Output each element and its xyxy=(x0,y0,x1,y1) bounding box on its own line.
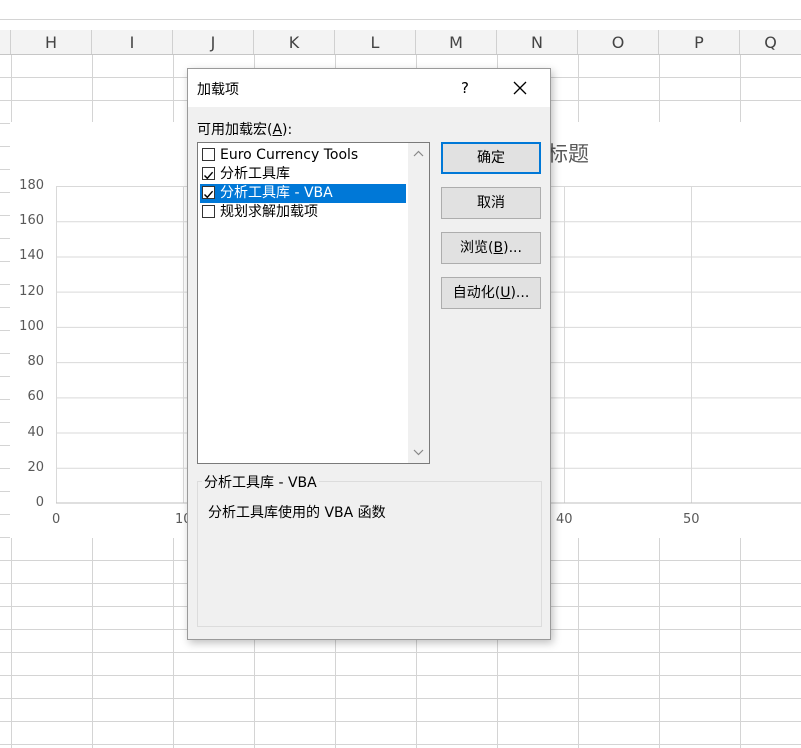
y-tick-label: 140 xyxy=(19,248,44,264)
column-header-partial[interactable] xyxy=(0,30,11,54)
chart-title[interactable]: 标题 xyxy=(547,138,589,168)
checkbox[interactable] xyxy=(202,148,215,161)
list-item-selected[interactable]: 分析工具库 - VBA xyxy=(200,184,406,203)
ribbon-edge xyxy=(0,0,801,20)
browse-button[interactable]: 浏览(B)... xyxy=(441,232,541,264)
dialog-titlebar[interactable]: 加载项 ? xyxy=(188,69,550,107)
column-header-m[interactable]: M xyxy=(416,30,497,54)
addins-dialog: 加载项 ? 可用加载宏(A): Euro Currency Tools 分析工具… xyxy=(187,68,551,640)
column-headers: H I J K L M N O P Q xyxy=(0,30,801,55)
chevron-up-icon xyxy=(413,150,424,157)
close-button[interactable] xyxy=(499,75,541,101)
list-item-label: 分析工具库 - VBA xyxy=(220,185,333,201)
x-tick-label: 0 xyxy=(52,512,61,527)
browse-text: 浏览( xyxy=(460,240,494,256)
y-tick-label: 120 xyxy=(19,283,44,299)
checkmark-icon xyxy=(204,190,214,199)
y-tick-label: 180 xyxy=(19,178,44,193)
checkbox-checked[interactable] xyxy=(202,167,215,180)
list-item-label: Euro Currency Tools xyxy=(220,147,359,163)
chevron-down-icon xyxy=(413,449,424,456)
column-header-p[interactable]: P xyxy=(659,30,740,54)
description-group-title: 分析工具库 - VBA xyxy=(202,472,319,492)
x-tick-label: 40 xyxy=(556,512,573,527)
list-item[interactable]: 规划求解加载项 xyxy=(200,203,406,222)
y-tick-label: 20 xyxy=(27,459,44,475)
column-header-q[interactable]: Q xyxy=(740,30,801,54)
vertical-scrollbar[interactable] xyxy=(408,143,429,463)
automation-button[interactable]: 自动化(U)... xyxy=(441,277,541,309)
label-accesskey: A xyxy=(272,122,283,138)
list-item[interactable]: 分析工具库 xyxy=(200,165,406,184)
y-tick-label: 40 xyxy=(27,424,44,440)
automation-text: 自动化( xyxy=(452,285,501,301)
y-tick-label: 80 xyxy=(27,354,44,370)
y-tick-label: 0 xyxy=(35,495,44,510)
y-tick-label: 100 xyxy=(19,318,44,334)
column-header-k[interactable]: K xyxy=(254,30,335,54)
addin-description: 分析工具库使用的 VBA 函数 xyxy=(208,505,386,521)
column-header-o[interactable]: O xyxy=(578,30,659,54)
column-header-h[interactable]: H xyxy=(11,30,92,54)
y-tick-label: 160 xyxy=(19,213,44,229)
list-item-label: 规划求解加载项 xyxy=(220,204,318,220)
checkbox[interactable] xyxy=(202,205,215,218)
column-header-j[interactable]: J xyxy=(173,30,254,54)
label-text-end: ): xyxy=(282,122,293,138)
cancel-button[interactable]: 取消 xyxy=(441,187,541,219)
scrollbar-arrows xyxy=(413,150,424,456)
column-header-i[interactable]: I xyxy=(92,30,173,54)
automation-text-end: )... xyxy=(510,285,530,301)
close-icon xyxy=(513,81,527,95)
column-header-n[interactable]: N xyxy=(497,30,578,54)
browse-accesskey: B xyxy=(493,240,504,256)
ok-button[interactable]: 确定 xyxy=(441,142,541,174)
column-header-l[interactable]: L xyxy=(335,30,416,54)
list-item-label: 分析工具库 xyxy=(220,166,290,182)
checkbox-checked[interactable] xyxy=(202,186,215,199)
addins-listbox[interactable]: Euro Currency Tools 分析工具库 分析工具库 - VBA 规划… xyxy=(197,142,430,464)
label-text: 可用加载宏( xyxy=(197,122,273,138)
checkmark-icon xyxy=(204,171,214,180)
browse-text-end: )... xyxy=(503,240,522,256)
list-item[interactable]: Euro Currency Tools xyxy=(200,146,406,165)
y-tick-label: 60 xyxy=(27,389,44,405)
x-tick-label: 50 xyxy=(683,512,700,527)
dialog-title: 加载项 xyxy=(197,82,239,98)
help-button[interactable]: ? xyxy=(452,77,478,99)
automation-accesskey: U xyxy=(500,285,511,301)
addins-list-label: 可用加载宏(A): xyxy=(197,119,292,139)
